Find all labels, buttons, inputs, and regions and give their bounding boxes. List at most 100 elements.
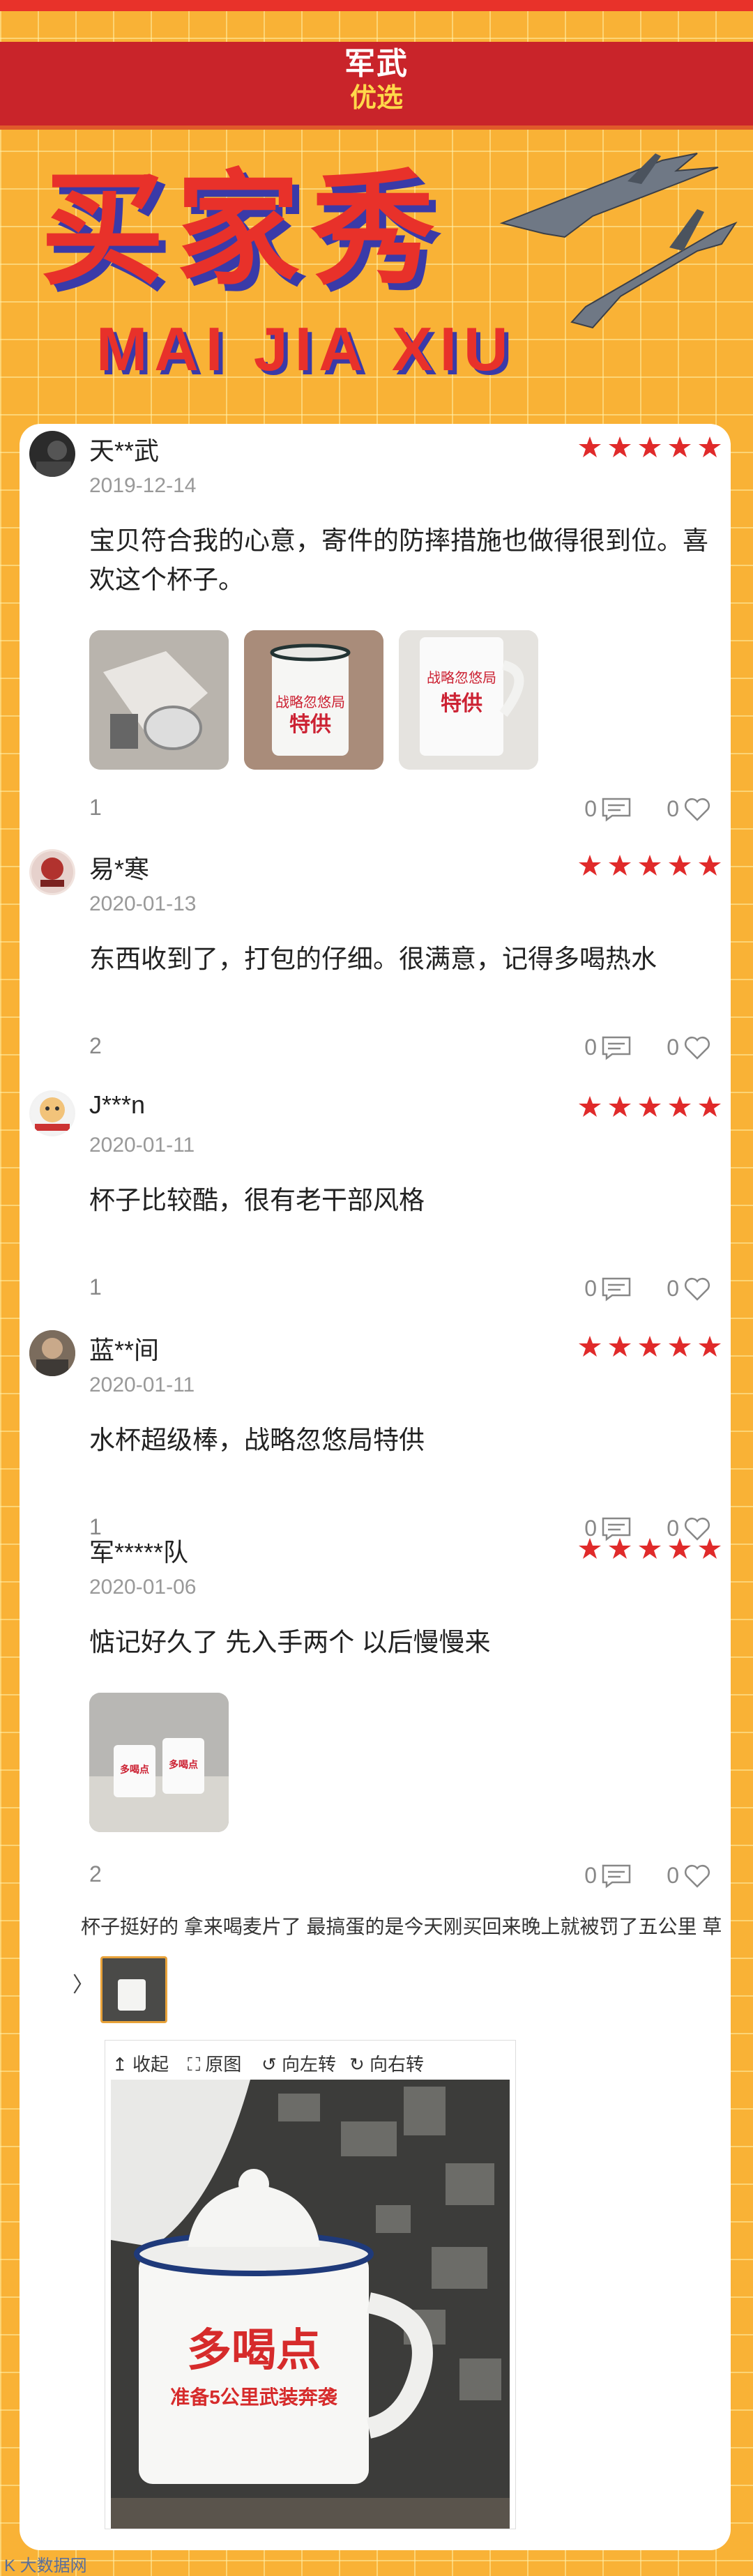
rotate-left-button[interactable]: ↺ 向左转 bbox=[261, 2050, 336, 2076]
review-footer: 1 0 0 bbox=[89, 1272, 717, 1302]
like-button[interactable]: 0 bbox=[667, 1033, 711, 1060]
viewer-toolbar: ↥ 收起 ⛶ 原图 ↺ 向左转 ↻ 向右转 bbox=[105, 2041, 515, 2080]
like-count: 0 bbox=[667, 796, 679, 822]
star-icon bbox=[699, 855, 721, 876]
avatar[interactable] bbox=[29, 1330, 75, 1376]
like-button[interactable]: 0 bbox=[667, 1274, 711, 1302]
avatar[interactable] bbox=[29, 431, 75, 477]
comment-count: 0 bbox=[584, 796, 597, 822]
photo-count: 2 bbox=[89, 1033, 102, 1058]
photo-count: 1 bbox=[89, 1274, 102, 1300]
mug-text: 特供 bbox=[289, 713, 331, 736]
embedded-photo-thumb[interactable] bbox=[100, 1956, 167, 2023]
like-count: 0 bbox=[667, 1035, 679, 1060]
star-icon bbox=[669, 1538, 691, 1559]
image-viewer: ↥ 收起 ⛶ 原图 ↺ 向左转 ↻ 向右转 多喝点 准备5公里武装奔袭 bbox=[105, 2040, 516, 2529]
reviewer-name: 易*寒 bbox=[89, 855, 150, 883]
collapse-button[interactable]: ↥ 收起 bbox=[112, 2050, 169, 2076]
review-text: 水杯超级棒，战略忽悠局特供 bbox=[89, 1426, 425, 1454]
original-image-button[interactable]: ⛶ 原图 bbox=[188, 2050, 241, 2076]
star-icon bbox=[669, 1336, 691, 1357]
comment-icon bbox=[602, 1864, 631, 1889]
review-footer: 1 0 0 bbox=[89, 792, 717, 823]
reviewer-name: 军*****队 bbox=[89, 1538, 189, 1567]
hero-title: 买家秀 bbox=[40, 160, 446, 299]
like-count: 0 bbox=[667, 1863, 679, 1889]
star-icon bbox=[639, 1538, 661, 1559]
mug-subtitle: 准备5公里武装奔袭 bbox=[170, 2386, 338, 2408]
brand-logo-line1: 军武 bbox=[344, 47, 409, 81]
comment-button[interactable]: 0 bbox=[584, 1861, 632, 1889]
viewer-photo: 多喝点 准备5公里武装奔袭 bbox=[111, 2080, 510, 2529]
comment-button[interactable]: 0 bbox=[584, 795, 632, 822]
review-photo[interactable]: 战略忽悠局 特供 bbox=[399, 630, 538, 770]
star-icon bbox=[699, 1538, 721, 1559]
heart-icon bbox=[685, 1277, 710, 1301]
star-icon bbox=[669, 855, 691, 876]
review-item: 军*****队 2020-01-06 惦记好久了 先入手两个 以后慢慢来 多喝点… bbox=[20, 1525, 731, 1902]
review-footer: 2 0 0 bbox=[89, 1030, 717, 1061]
chevron-right-icon[interactable]: 〉 bbox=[73, 1967, 93, 1998]
like-button[interactable]: 0 bbox=[667, 1861, 711, 1889]
review-date: 2020-01-11 bbox=[89, 1134, 195, 1157]
avatar[interactable] bbox=[29, 849, 75, 895]
review-date: 2020-01-11 bbox=[89, 1373, 195, 1396]
mug-text: 多喝点 bbox=[120, 1764, 149, 1775]
star-icon bbox=[699, 436, 721, 457]
comment-button[interactable]: 0 bbox=[584, 1274, 632, 1302]
review-text: 惦记好久了 先入手两个 以后慢慢来 bbox=[89, 1628, 491, 1656]
hero-subtitle: MAI JIA XIU bbox=[96, 314, 515, 383]
photo-count: 2 bbox=[89, 1861, 102, 1887]
star-icon bbox=[579, 1538, 601, 1559]
review-text: 宝贝符合我的心意，寄件的防摔措施也做得很到位。喜欢这个杯子。 bbox=[89, 526, 708, 594]
photo-count: 1 bbox=[89, 795, 102, 820]
heart-icon bbox=[685, 1864, 710, 1888]
comment-count: 0 bbox=[584, 1276, 597, 1302]
mug-text: 特供 bbox=[441, 692, 482, 715]
avatar[interactable] bbox=[29, 1090, 75, 1136]
star-rating bbox=[579, 1336, 721, 1357]
review-item: 易*寒 2020-01-13 东西收到了，打包的仔细。很满意，记得多喝热水 2 … bbox=[20, 842, 731, 1079]
watermark: K 大数据网 bbox=[4, 2556, 87, 2575]
review-photo[interactable] bbox=[89, 630, 229, 770]
star-icon bbox=[579, 1096, 601, 1117]
star-icon bbox=[699, 1096, 721, 1117]
star-icon bbox=[609, 436, 631, 457]
heart-icon bbox=[685, 1036, 710, 1060]
rotate-right-button[interactable]: ↻ 向右转 bbox=[349, 2050, 424, 2076]
like-count: 0 bbox=[667, 1276, 679, 1302]
comment-count: 0 bbox=[584, 1035, 597, 1060]
fighter-jets-illustration bbox=[499, 153, 738, 329]
review-item: 蓝**间 2020-01-11 水杯超级棒，战略忽悠局特供 1 0 0 bbox=[20, 1323, 731, 1541]
comment-button[interactable]: 0 bbox=[584, 1033, 632, 1060]
star-icon bbox=[639, 855, 661, 876]
review-date: 2019-12-14 bbox=[89, 474, 197, 497]
reviewer-name: J***n bbox=[89, 1090, 146, 1119]
review-photo[interactable]: 多喝点 多喝点 bbox=[89, 1693, 229, 1832]
brand-logo: 军武 优选 bbox=[335, 46, 418, 121]
star-icon bbox=[609, 855, 631, 876]
review-item: J***n 2020-01-11 杯子比较酷，很有老干部风格 1 0 0 bbox=[20, 1083, 731, 1320]
star-rating bbox=[579, 855, 721, 876]
review-footer: 2 0 0 bbox=[89, 1859, 717, 1889]
star-rating bbox=[579, 1096, 721, 1117]
review-text: 杯子比较酷，很有老干部风格 bbox=[89, 1186, 425, 1214]
review-text: 东西收到了，打包的仔细。很满意，记得多喝热水 bbox=[89, 945, 657, 973]
star-icon bbox=[669, 1096, 691, 1117]
review-date: 2020-01-13 bbox=[89, 892, 197, 915]
mug-text: 多喝点 bbox=[169, 1759, 198, 1770]
like-button[interactable]: 0 bbox=[667, 795, 711, 822]
review-photo[interactable]: 战略忽悠局 特供 bbox=[244, 630, 383, 770]
comment-icon bbox=[602, 1036, 631, 1060]
star-rating bbox=[579, 436, 721, 457]
star-rating bbox=[579, 1538, 721, 1559]
reviewer-name: 蓝**间 bbox=[89, 1336, 160, 1364]
comment-count: 0 bbox=[584, 1863, 597, 1889]
brand-logo-line2: 优选 bbox=[349, 84, 403, 113]
heart-icon bbox=[685, 798, 710, 821]
star-icon bbox=[669, 436, 691, 457]
mug-text: 战略忽悠局 bbox=[275, 694, 345, 710]
mug-title: 多喝点 bbox=[187, 2325, 321, 2375]
star-icon bbox=[579, 855, 601, 876]
star-icon bbox=[609, 1096, 631, 1117]
